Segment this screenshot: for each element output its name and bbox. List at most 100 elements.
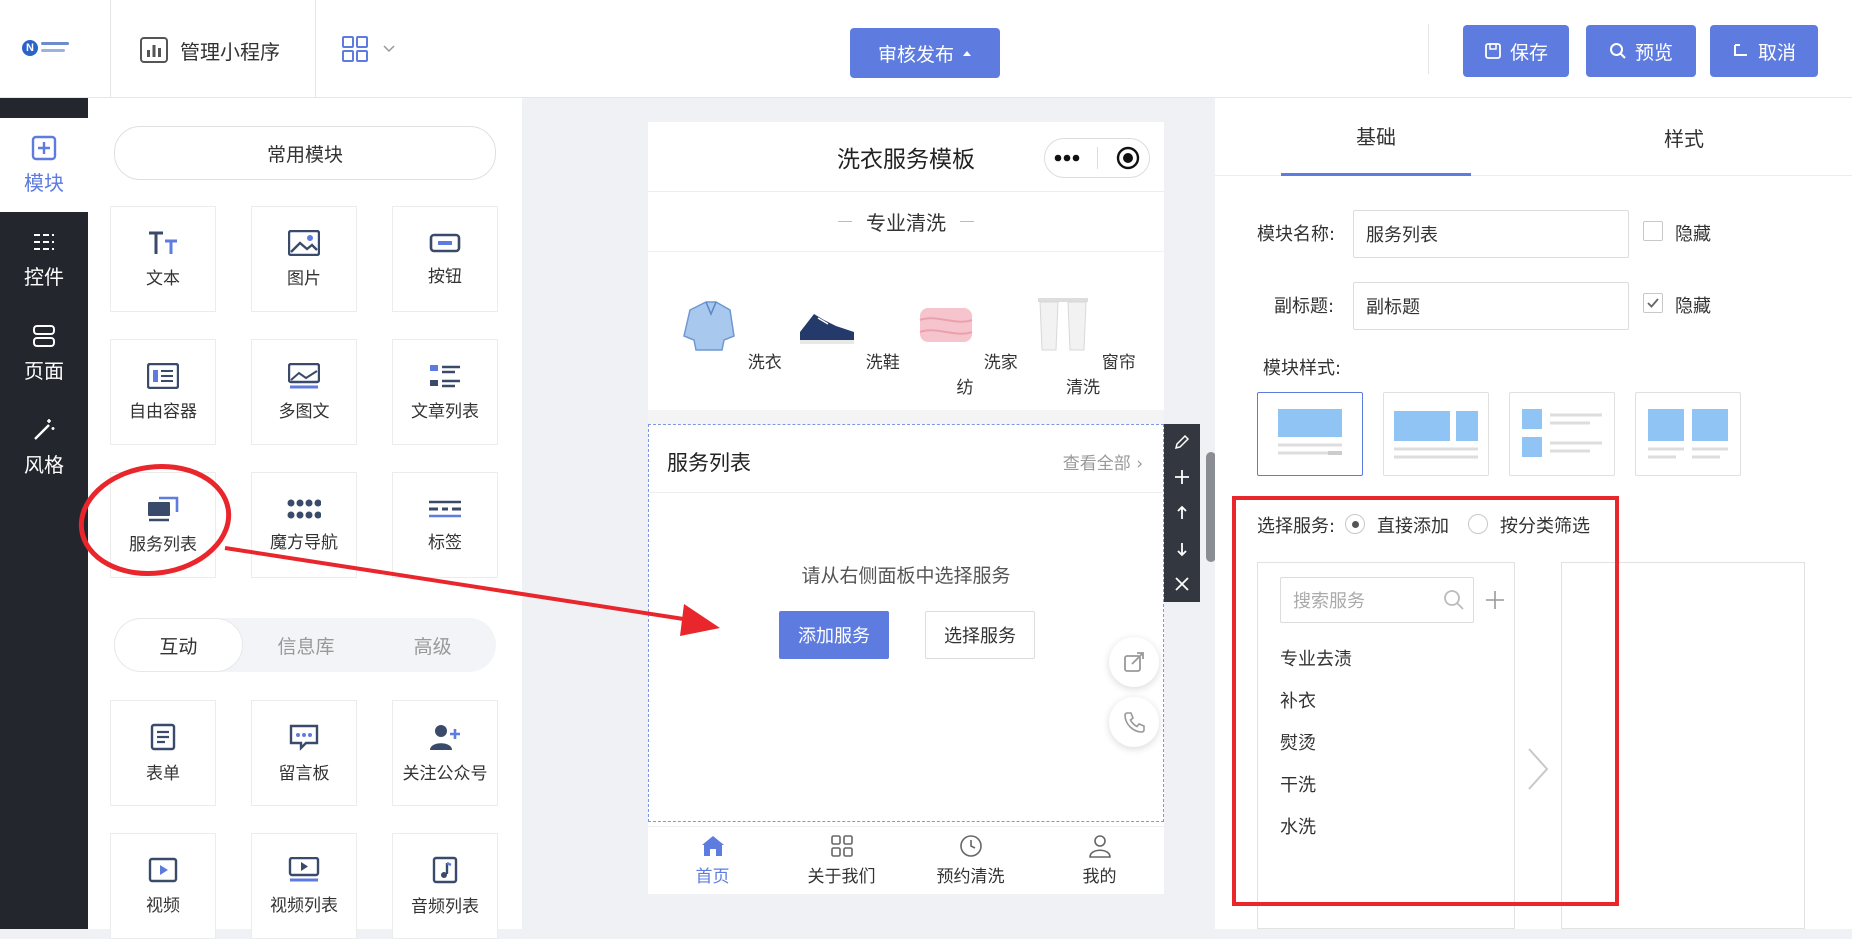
module-name-input[interactable]: 服务列表 — [1353, 210, 1629, 258]
article-list-icon — [430, 364, 460, 387]
arrow-down-icon[interactable] — [1173, 540, 1191, 558]
phone-call-button[interactable] — [1109, 697, 1159, 747]
publish-button[interactable]: 审核发布 — [850, 28, 1000, 78]
tab-advanced[interactable]: 高级 — [369, 618, 496, 672]
module-article-list[interactable]: 文章列表 — [392, 339, 498, 445]
server-icon — [33, 324, 55, 347]
tab-style[interactable]: 样式 — [1589, 98, 1779, 176]
phone-tab-booking[interactable]: 预约清洗 — [906, 827, 1035, 894]
rail-item-modules[interactable]: 模块 — [0, 118, 88, 212]
module-video[interactable]: 视频 — [110, 833, 216, 939]
apps-icon — [830, 835, 853, 857]
module-image[interactable]: 图片 — [251, 206, 357, 312]
hide-label: 隐藏 — [1675, 296, 1711, 317]
miniprogram-capsule[interactable] — [1044, 138, 1150, 178]
preview-label: 预览 — [1634, 41, 1673, 64]
check-icon — [1647, 298, 1659, 308]
module-button[interactable]: 按钮 — [392, 206, 498, 312]
module-toolbar — [1164, 424, 1200, 602]
rail-item-pages[interactable]: 页面 — [0, 306, 88, 400]
style-option-3[interactable] — [1509, 392, 1615, 476]
common-modules-header[interactable]: 常用模块 — [114, 126, 496, 180]
service-list-title: 服务列表 — [667, 451, 751, 475]
module-cube-nav[interactable]: 魔方导航 — [251, 472, 357, 578]
add-service-button[interactable]: 添加服务 — [779, 611, 889, 659]
cancel-button[interactable]: 取消 — [1710, 25, 1818, 77]
dots-grid-icon — [287, 499, 321, 518]
rail-item-label: 风格 — [24, 452, 64, 477]
module-tag[interactable]: 标签 — [392, 472, 498, 578]
module-multi-image-text[interactable]: 多图文 — [251, 339, 357, 445]
rail-item-style[interactable]: 风格 — [0, 400, 88, 494]
phone-tab-mine[interactable]: 我的 — [1035, 827, 1164, 894]
preview-button[interactable]: 预览 — [1586, 25, 1696, 77]
tab-info-library[interactable]: 信息库 — [243, 618, 370, 672]
module-audio-list[interactable]: 音频列表 — [392, 833, 498, 939]
subtitle-input[interactable]: 副标题 — [1353, 282, 1629, 330]
module-video-list[interactable]: 视频列表 — [251, 833, 357, 939]
module-service-list[interactable]: 服务列表 — [110, 472, 216, 578]
arrow-up-icon[interactable] — [1173, 504, 1191, 522]
phone-icon — [1124, 712, 1145, 733]
style-option-4[interactable] — [1635, 392, 1741, 476]
select-service-button[interactable]: 选择服务 — [925, 611, 1035, 659]
settings-tabs: 基础 样式 — [1215, 98, 1852, 176]
share-icon — [1124, 652, 1144, 672]
save-button[interactable]: 保存 — [1463, 25, 1569, 77]
more-dots-icon — [1054, 154, 1080, 162]
curtain-image — [1038, 298, 1089, 351]
text-icon — [149, 231, 177, 254]
caret-up-icon — [963, 51, 971, 56]
layout-preview-icon — [1278, 409, 1342, 455]
service-list-module[interactable]: 服务列表 查看全部 › 请从右侧面板中选择服务 添加服务 选择服务 — [648, 424, 1164, 822]
manage-label: 管理小程序 — [180, 39, 280, 64]
module-text[interactable]: 文本 — [110, 206, 216, 312]
category-item[interactable]: 洗衣 — [670, 292, 788, 373]
manage-miniprogram-link[interactable]: 管理小程序 — [140, 34, 280, 66]
container-icon — [147, 362, 179, 389]
close-icon[interactable] — [1173, 575, 1191, 593]
search-icon — [1609, 43, 1626, 59]
category-item[interactable]: 窗帘清洗 — [1024, 292, 1142, 398]
bedding-image — [919, 308, 973, 342]
service-list-header: 服务列表 查看全部 › — [649, 425, 1163, 493]
image-icon — [288, 229, 320, 256]
app-switcher[interactable] — [342, 36, 396, 62]
subtitle-text: 专业清洗 — [866, 211, 946, 235]
share-button[interactable] — [1109, 637, 1159, 687]
module-free-container[interactable]: 自由容器 — [110, 339, 216, 445]
hide-name-checkbox[interactable] — [1643, 221, 1663, 241]
grid-icon — [342, 36, 368, 62]
module-message-board[interactable]: 留言板 — [251, 700, 357, 806]
category-item[interactable]: 洗家纺 — [906, 292, 1024, 398]
category-item[interactable]: 洗鞋 — [788, 292, 906, 373]
module-form[interactable]: 表单 — [110, 700, 216, 806]
tab-basic[interactable]: 基础 — [1281, 98, 1471, 176]
app-logo[interactable]: N — [22, 38, 70, 60]
style-option-1[interactable] — [1257, 392, 1363, 476]
rail-item-controls[interactable]: 控件 — [0, 212, 88, 306]
module-name-label: 模块名称: — [1257, 224, 1336, 245]
cancel-label: 取消 — [1757, 41, 1796, 64]
phone-title-bar: 洗衣服务模板 — [648, 122, 1164, 192]
hide-subtitle-checkbox[interactable] — [1643, 293, 1663, 313]
user-icon — [1088, 835, 1111, 858]
style-option-2[interactable] — [1383, 392, 1489, 476]
plus-icon[interactable] — [1173, 468, 1191, 486]
top-bar: N 管理小程序 审核发布 保存 预览 取消 — [0, 0, 1852, 98]
video-list-icon — [288, 856, 320, 881]
phone-tab-home[interactable]: 首页 — [648, 827, 777, 894]
publish-label: 审核发布 — [877, 43, 954, 66]
phone-tab-about[interactable]: 关于我们 — [777, 827, 906, 894]
divider — [1428, 24, 1429, 74]
module-follow-account[interactable]: 关注公众号 — [392, 700, 498, 806]
tab-interactive[interactable]: 互动 — [114, 618, 243, 672]
edit-icon[interactable] — [1173, 433, 1191, 451]
view-all-link[interactable]: 查看全部 › — [1063, 449, 1143, 474]
record-icon — [1116, 146, 1140, 170]
empty-hint: 请从右侧面板中选择服务 — [801, 565, 1011, 587]
subtitle-row: 专业清洗 — [648, 192, 1164, 252]
layout-preview-icon — [1394, 411, 1478, 459]
form-icon — [150, 723, 176, 750]
phone-preview: 洗衣服务模板 专业清洗 洗衣 洗鞋 洗家纺 窗帘清洗 服务列表 查看全部 › 请… — [648, 122, 1164, 894]
